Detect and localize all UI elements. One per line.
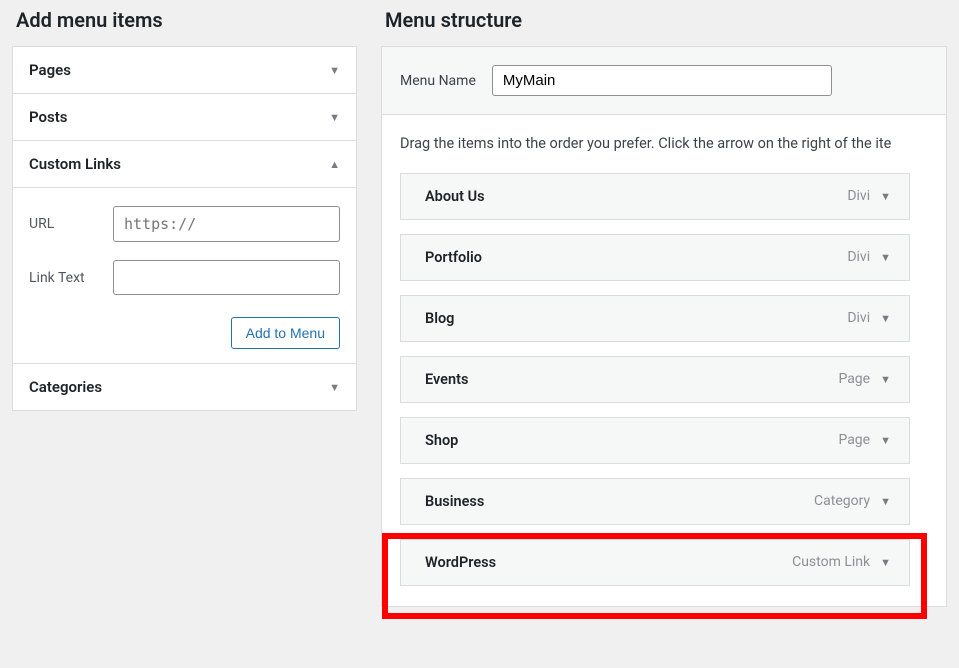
accordion: Pages ▼ Posts ▼ Custom Links ▲ URL	[12, 46, 357, 411]
menu-item-type: Divi	[847, 249, 870, 265]
add-items-heading: Add menu items	[12, 8, 357, 32]
link-text-label: Link Text	[29, 270, 113, 286]
accordion-posts[interactable]: Posts ▼	[13, 94, 356, 141]
menu-item[interactable]: Shop Page ▼	[400, 417, 910, 464]
menu-item-title: Blog	[425, 310, 454, 327]
chevron-down-icon[interactable]: ▼	[880, 251, 891, 264]
menu-item-title: WordPress	[425, 554, 496, 571]
menu-item[interactable]: WordPress Custom Link ▼	[400, 539, 910, 586]
menu-item-title: About Us	[425, 188, 485, 205]
menu-item[interactable]: About Us Divi ▼	[400, 173, 910, 220]
menu-item-type: Divi	[847, 188, 870, 204]
custom-links-panel: URL Link Text Add to Menu	[13, 188, 356, 364]
menu-name-label: Menu Name	[400, 73, 476, 89]
accordion-categories[interactable]: Categories ▼	[13, 364, 356, 410]
menu-items-list: About UsDivi▼PortfolioDivi▼BlogDivi▼Even…	[382, 159, 946, 606]
chevron-down-icon: ▼	[329, 64, 340, 77]
menu-item[interactable]: Events Page ▼	[400, 356, 910, 403]
url-input[interactable]	[113, 206, 340, 242]
accordion-posts-label: Posts	[29, 108, 67, 126]
menu-item-type: Page	[838, 432, 870, 448]
accordion-pages[interactable]: Pages ▼	[13, 47, 356, 94]
menu-item[interactable]: Business Category ▼	[400, 478, 910, 525]
menu-structure-heading: Menu structure	[381, 8, 947, 32]
accordion-categories-label: Categories	[29, 378, 102, 396]
menu-item-title: Portfolio	[425, 249, 482, 266]
accordion-pages-label: Pages	[29, 61, 71, 79]
menu-item[interactable]: Blog Divi ▼	[400, 295, 910, 342]
chevron-down-icon: ▼	[329, 111, 340, 124]
menu-item-title: Business	[425, 493, 484, 510]
chevron-down-icon[interactable]: ▼	[880, 312, 891, 325]
chevron-down-icon[interactable]: ▼	[880, 556, 891, 569]
chevron-down-icon: ▼	[329, 381, 340, 394]
url-label: URL	[29, 216, 113, 232]
menu-item-title: Events	[425, 371, 468, 388]
accordion-custom-links[interactable]: Custom Links ▲	[13, 141, 356, 188]
chevron-up-icon: ▲	[329, 158, 340, 171]
accordion-custom-links-label: Custom Links	[29, 155, 121, 173]
instructions-text: Drag the items into the order you prefer…	[382, 115, 946, 159]
chevron-down-icon[interactable]: ▼	[880, 495, 891, 508]
menu-item[interactable]: Portfolio Divi ▼	[400, 234, 910, 281]
add-to-menu-button[interactable]: Add to Menu	[231, 317, 340, 349]
chevron-down-icon[interactable]: ▼	[880, 190, 891, 203]
menu-item-type: Category	[814, 493, 870, 509]
menu-item-type: Custom Link	[792, 554, 870, 570]
menu-item-type: Page	[838, 371, 870, 387]
menu-name-input[interactable]	[492, 65, 832, 96]
menu-item-type: Divi	[847, 310, 870, 326]
chevron-down-icon[interactable]: ▼	[880, 373, 891, 386]
menu-structure-panel: Menu Name Drag the items into the order …	[381, 46, 947, 607]
link-text-input[interactable]	[113, 260, 340, 295]
chevron-down-icon[interactable]: ▼	[880, 434, 891, 447]
menu-item-title: Shop	[425, 432, 458, 449]
